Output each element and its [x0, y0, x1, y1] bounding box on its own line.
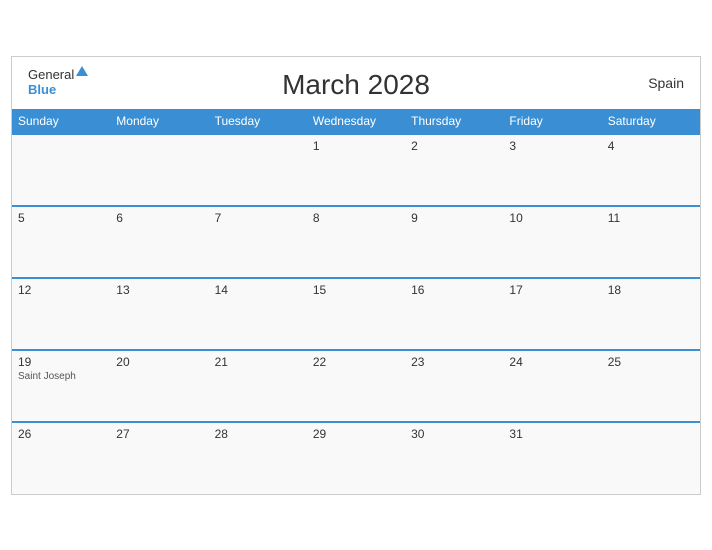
date-number: 16: [411, 283, 497, 297]
date-number: 18: [608, 283, 694, 297]
calendar-grid: Sunday Monday Tuesday Wednesday Thursday…: [12, 109, 700, 494]
date-number: 25: [608, 355, 694, 369]
calendar-cell: 10: [503, 206, 601, 278]
date-number: 28: [215, 427, 301, 441]
date-number: 4: [608, 139, 694, 153]
calendar-cell: 4: [602, 134, 700, 206]
calendar-cell: 5: [12, 206, 110, 278]
date-number: 24: [509, 355, 595, 369]
calendar-cell: 30: [405, 422, 503, 494]
header-friday: Friday: [503, 109, 601, 134]
calendar-week-row: 12 13 14 15 16 17 18: [12, 278, 700, 350]
calendar-container: General Blue March 2028 Spain Sunday Mon…: [11, 56, 701, 495]
logo-blue-text: Blue: [28, 82, 74, 98]
calendar-title: March 2028: [282, 69, 430, 101]
date-number: 13: [116, 283, 202, 297]
calendar-cell: 7: [209, 206, 307, 278]
calendar-cell: 23: [405, 350, 503, 422]
date-number: 30: [411, 427, 497, 441]
header-saturday: Saturday: [602, 109, 700, 134]
date-number: 14: [215, 283, 301, 297]
header-thursday: Thursday: [405, 109, 503, 134]
date-number: 27: [116, 427, 202, 441]
calendar-cell: 26: [12, 422, 110, 494]
date-number: 1: [313, 139, 399, 153]
date-number: 20: [116, 355, 202, 369]
calendar-cell: 9: [405, 206, 503, 278]
date-number: 12: [18, 283, 104, 297]
calendar-cell: 11: [602, 206, 700, 278]
date-number: 9: [411, 211, 497, 225]
date-number: 7: [215, 211, 301, 225]
date-number: 31: [509, 427, 595, 441]
calendar-cell: 29: [307, 422, 405, 494]
calendar-cell: 1: [307, 134, 405, 206]
calendar-cell: 8: [307, 206, 405, 278]
date-number: 2: [411, 139, 497, 153]
calendar-header: General Blue March 2028 Spain: [12, 57, 700, 109]
calendar-cell: 6: [110, 206, 208, 278]
calendar-cell: 19 Saint Joseph: [12, 350, 110, 422]
header-wednesday: Wednesday: [307, 109, 405, 134]
calendar-cell: [209, 134, 307, 206]
calendar-cell: 17: [503, 278, 601, 350]
date-number: 6: [116, 211, 202, 225]
date-number: 26: [18, 427, 104, 441]
calendar-cell: 27: [110, 422, 208, 494]
header-sunday: Sunday: [12, 109, 110, 134]
date-number: 22: [313, 355, 399, 369]
date-number: 15: [313, 283, 399, 297]
calendar-cell: 28: [209, 422, 307, 494]
date-number: 5: [18, 211, 104, 225]
calendar-cell: 13: [110, 278, 208, 350]
date-number: 8: [313, 211, 399, 225]
date-number: 29: [313, 427, 399, 441]
calendar-cell: 22: [307, 350, 405, 422]
calendar-cell: [110, 134, 208, 206]
logo-general-text: General: [28, 67, 74, 83]
date-number: 19: [18, 355, 104, 369]
calendar-cell: 3: [503, 134, 601, 206]
date-number: 17: [509, 283, 595, 297]
calendar-week-row: 26 27 28 29 30 31: [12, 422, 700, 494]
calendar-week-row: 1234: [12, 134, 700, 206]
calendar-cell: 25: [602, 350, 700, 422]
header-monday: Monday: [110, 109, 208, 134]
date-number: 3: [509, 139, 595, 153]
calendar-cell: 16: [405, 278, 503, 350]
header-tuesday: Tuesday: [209, 109, 307, 134]
calendar-cell: [12, 134, 110, 206]
calendar-cell: 12: [12, 278, 110, 350]
logo-triangle-icon: [76, 66, 88, 76]
date-number: 23: [411, 355, 497, 369]
holiday-label: Saint Joseph: [18, 371, 104, 382]
calendar-cell: 14: [209, 278, 307, 350]
calendar-cell: 18: [602, 278, 700, 350]
date-number: 10: [509, 211, 595, 225]
country-label: Spain: [648, 75, 684, 91]
calendar-cell: 15: [307, 278, 405, 350]
calendar-week-row: 19 Saint Joseph 20 21 22 23 24 25: [12, 350, 700, 422]
calendar-cell: 2: [405, 134, 503, 206]
logo: General Blue: [28, 67, 88, 98]
date-number: 21: [215, 355, 301, 369]
calendar-cell: 31: [503, 422, 601, 494]
calendar-cell: 24: [503, 350, 601, 422]
calendar-cell: 20: [110, 350, 208, 422]
calendar-cell: 21: [209, 350, 307, 422]
calendar-cell: [602, 422, 700, 494]
calendar-week-row: 56789 10 11: [12, 206, 700, 278]
days-header-row: Sunday Monday Tuesday Wednesday Thursday…: [12, 109, 700, 134]
date-number: 11: [608, 211, 694, 225]
